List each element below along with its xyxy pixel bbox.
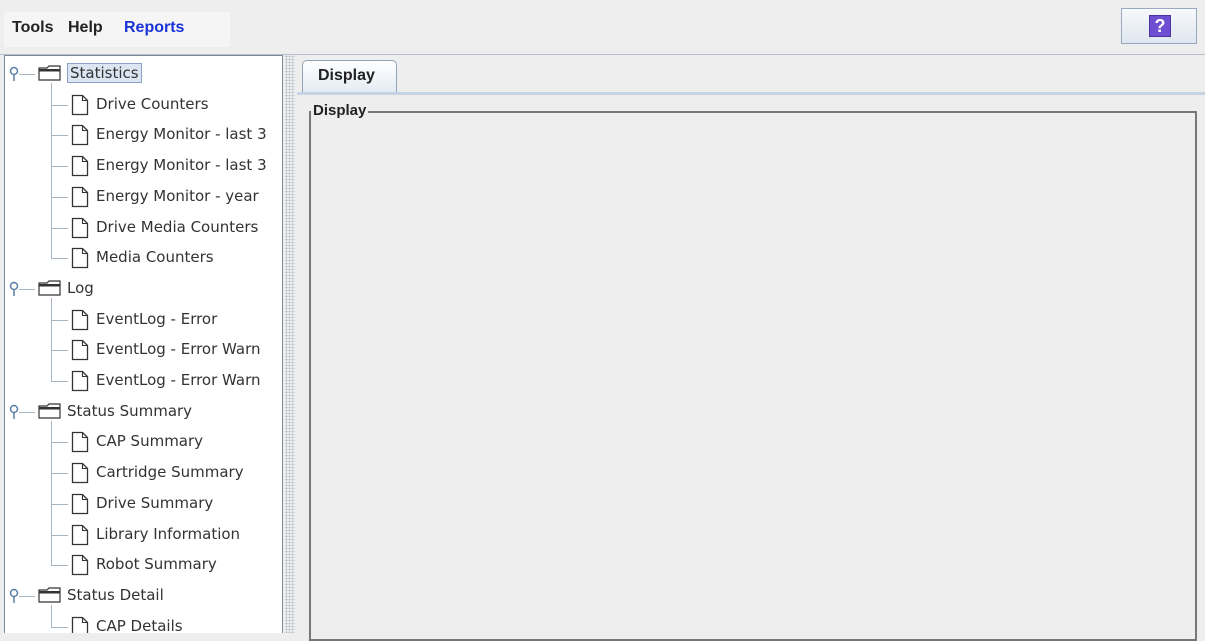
document-icon: [71, 340, 89, 361]
tree-connector: [19, 595, 35, 597]
tab-display-label: Display: [318, 67, 375, 84]
folder-icon: [38, 587, 61, 603]
menu-bar: Tools Help Reports ?: [0, 0, 1205, 54]
tree-connector: [52, 626, 68, 628]
tree-item-label: Library Information: [96, 524, 241, 543]
display-panel: Display Display: [297, 55, 1205, 641]
tree-item-label: Media Counters: [96, 248, 214, 267]
tree-item-label: EventLog - Error: [96, 309, 218, 328]
tree-item-label: Robot Summary: [96, 555, 217, 574]
expand-handle-icon[interactable]: [9, 66, 21, 84]
tree-item-label: CAP Details: [96, 616, 183, 633]
folder-icon: [38, 403, 61, 419]
tree-item-label: Energy Monitor - last 3: [96, 156, 267, 175]
tree-connector: [52, 166, 68, 168]
document-icon: [71, 248, 89, 269]
menu-tools[interactable]: Tools: [12, 19, 53, 37]
tree-folder-label: Status Summary: [67, 401, 193, 420]
document-icon: [71, 616, 89, 633]
document-icon: [71, 155, 89, 177]
tree-item-label: Energy Monitor - year: [96, 186, 259, 205]
tree-item-drive-counters[interactable]: Drive Counters: [5, 90, 280, 118]
tab-display[interactable]: Display: [302, 60, 397, 93]
tree-connector: [52, 381, 68, 382]
tree-item-drive-summary[interactable]: Drive Summary: [5, 489, 280, 517]
folder-icon: [38, 65, 61, 81]
document-icon: [71, 432, 89, 453]
tree-item-energy-monitor-last-3[interactable]: Energy Monitor - last 3: [5, 151, 280, 179]
tree-folder-label: Statistics: [67, 63, 142, 83]
help-icon: ?: [1149, 15, 1171, 37]
tree-connector: [19, 74, 35, 75]
tree-item-label: Cartridge Summary: [96, 463, 244, 482]
tree-connector: [52, 227, 68, 229]
document-icon: [71, 125, 89, 146]
tree-connector: [19, 288, 35, 290]
splitter-handle[interactable]: [285, 55, 295, 633]
document-icon: [71, 555, 89, 576]
document-icon: [71, 94, 89, 115]
tree-connector: [52, 104, 68, 106]
tree-folder-label: Log: [67, 278, 94, 297]
tree-connector: [52, 565, 68, 567]
folder-icon: [38, 280, 61, 296]
document-icon: [71, 493, 89, 514]
tree-connector: [52, 135, 68, 137]
tree-folder-label: Status Detail: [67, 585, 164, 604]
tree-connector: [52, 534, 68, 536]
tree-item-eventlog-error-warn[interactable]: EventLog - Error Warn: [5, 366, 280, 394]
tree-item-label: Energy Monitor - last 3: [96, 125, 267, 144]
tree-item-media-counters[interactable]: Media Counters: [5, 243, 280, 271]
tree-item-energy-monitor-last-3[interactable]: Energy Monitor - last 3: [5, 120, 280, 148]
tree-item-label: Drive Counters: [96, 94, 209, 113]
tree-item-robot-summary[interactable]: Robot Summary: [5, 550, 280, 578]
tree-item-label: EventLog - Error Warn: [96, 371, 261, 389]
tree-item-cap-details[interactable]: CAP Details: [5, 612, 280, 633]
tree-guide-line: [51, 297, 52, 382]
document-icon: [71, 370, 89, 392]
tree-folder-status-summary[interactable]: Status Summary: [5, 397, 280, 425]
expand-handle-icon[interactable]: [9, 588, 21, 606]
tree-connector: [52, 350, 68, 352]
tree-folder-statistics[interactable]: Statistics: [5, 59, 280, 87]
tree-item-eventlog-error-warn[interactable]: EventLog - Error Warn: [5, 335, 280, 363]
menu-group: Tools Help Reports: [4, 12, 230, 47]
expand-handle-icon[interactable]: [9, 404, 21, 422]
tree-connector: [52, 473, 68, 475]
document-icon: [71, 186, 89, 207]
menu-help[interactable]: Help: [68, 19, 103, 37]
tree-item-label: EventLog - Error Warn: [96, 340, 261, 359]
tree-item-label: CAP Summary: [96, 432, 204, 451]
tree-folder-status-detail[interactable]: Status Detail: [5, 581, 280, 609]
document-icon: [71, 309, 89, 330]
tree-connector: [52, 319, 68, 321]
tree-guide-line: [51, 420, 52, 567]
tree-connector: [52, 196, 68, 198]
tree-item-drive-media-counters[interactable]: Drive Media Counters: [5, 213, 280, 241]
menu-reports[interactable]: Reports: [124, 19, 184, 37]
tree-item-cartridge-summary[interactable]: Cartridge Summary: [5, 458, 280, 486]
document-icon: [71, 217, 89, 238]
tree-connector: [52, 503, 68, 505]
expand-handle-icon[interactable]: [9, 281, 21, 299]
tree-connector: [52, 442, 68, 444]
document-icon: [71, 524, 89, 545]
tree-guide-line: [51, 604, 52, 628]
tree-item-cap-summary[interactable]: CAP Summary: [5, 427, 280, 455]
tree-item-label: Drive Summary: [96, 493, 214, 512]
tree-folder-log[interactable]: Log: [5, 274, 280, 302]
help-button[interactable]: ?: [1121, 8, 1197, 44]
display-group-box: [309, 111, 1197, 641]
tree-item-library-information[interactable]: Library Information: [5, 520, 280, 548]
tab-content: Display: [297, 95, 1205, 641]
document-icon: [71, 462, 89, 484]
tree-connector: [19, 411, 35, 413]
tree-item-eventlog-error[interactable]: EventLog - Error: [5, 305, 280, 333]
tree-item-label: Drive Media Counters: [96, 217, 259, 236]
report-tree: Statistics Drive Counters Energy Monitor -…: [4, 55, 283, 633]
tree-guide-line: [51, 83, 52, 260]
display-group-title: Display: [311, 102, 369, 119]
tree-connector: [52, 258, 68, 260]
tree-item-energy-monitor-year[interactable]: Energy Monitor - year: [5, 182, 280, 210]
